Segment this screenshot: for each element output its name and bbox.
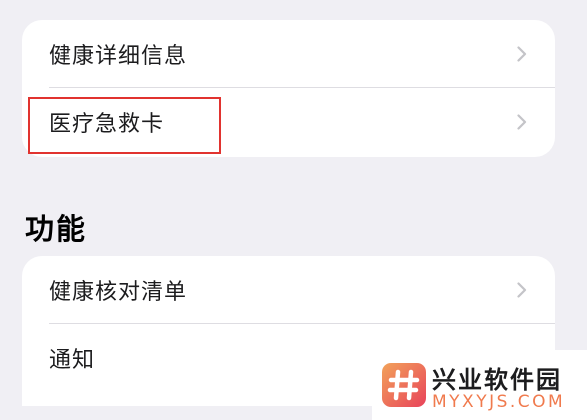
watermark-url: MYXYJS.COM xyxy=(432,392,566,412)
medical-id-highlight-box xyxy=(28,97,221,154)
health-details-label: 健康详细信息 xyxy=(49,44,188,69)
chevron-right-icon xyxy=(517,46,527,62)
health-checklist-row[interactable]: 健康核对清单 xyxy=(22,256,555,324)
health-settings-screen: 健康详细信息 医疗急救卡 功能 健康核对清单 通知 兴业软件园 MYXYJS.C… xyxy=(0,0,587,420)
hash-logo-icon xyxy=(382,363,426,407)
health-details-row[interactable]: 健康详细信息 xyxy=(22,20,555,88)
chevron-right-icon xyxy=(517,282,527,298)
features-section-header: 功能 xyxy=(25,212,88,246)
site-watermark: 兴业软件园 MYXYJS.COM xyxy=(372,350,587,420)
watermark-title: 兴业软件园 xyxy=(432,366,562,394)
chevron-right-icon xyxy=(517,114,527,130)
notifications-label: 通知 xyxy=(49,348,96,373)
health-checklist-label: 健康核对清单 xyxy=(49,280,188,305)
